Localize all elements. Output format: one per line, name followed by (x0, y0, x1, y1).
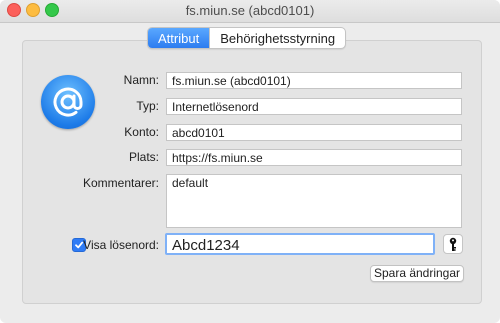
comments-label: Kommentarer: (82, 176, 159, 190)
tab-bar: Attribut Behörighetsstyrning (147, 27, 347, 49)
tab-attributes[interactable]: Attribut (148, 28, 210, 48)
where-field[interactable]: https://fs.miun.se (166, 149, 462, 166)
account-field[interactable]: abcd0101 (166, 124, 462, 141)
type-field[interactable]: Internetlösenord (166, 98, 462, 115)
key-icon (449, 237, 457, 251)
save-changes-button[interactable]: Spara ändringar (370, 265, 464, 282)
comments-field[interactable]: default (166, 174, 462, 228)
where-label: Plats: (128, 150, 159, 164)
password-field[interactable]: Abcd1234 (165, 233, 435, 255)
tab-access-control[interactable]: Behörighetsstyrning (209, 28, 345, 48)
at-sign-icon (41, 75, 95, 129)
name-label: Namn: (123, 73, 159, 87)
key-button[interactable] (443, 234, 463, 254)
title-bar[interactable]: fs.miun.se (abcd0101) (0, 0, 500, 23)
keychain-item-window: fs.miun.se (abcd0101) Attribut Behörighe… (0, 0, 500, 323)
type-label: Typ: (136, 99, 159, 113)
name-field[interactable]: fs.miun.se (abcd0101) (166, 72, 462, 89)
show-password-label[interactable]: Visa lösenord: (83, 238, 159, 252)
window-title: fs.miun.se (abcd0101) (185, 3, 315, 18)
account-label: Konto: (124, 125, 159, 139)
